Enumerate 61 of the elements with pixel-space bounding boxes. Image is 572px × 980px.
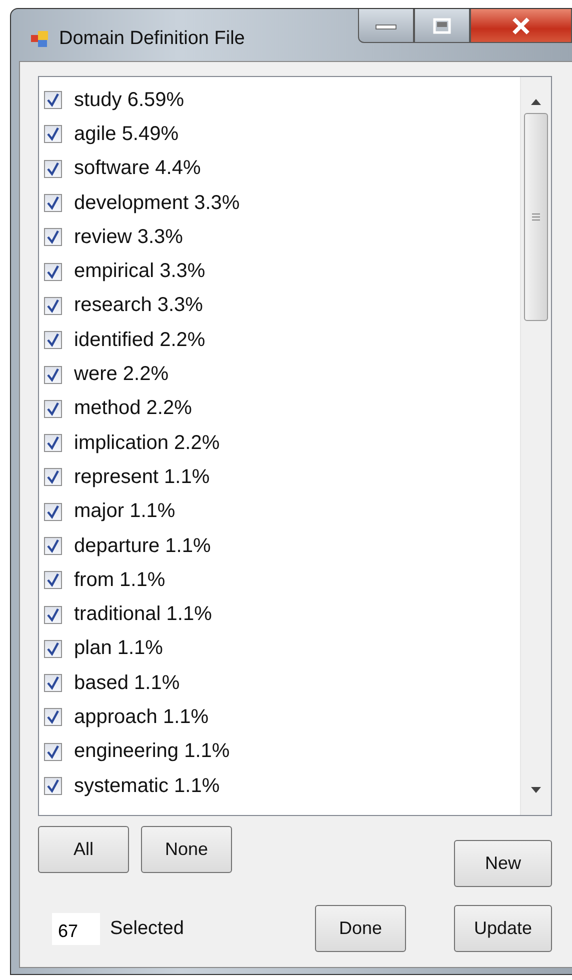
- window-title: Domain Definition File: [59, 28, 245, 50]
- checkbox[interactable]: [44, 606, 62, 624]
- checkbox[interactable]: [44, 194, 62, 212]
- scroll-down-icon[interactable]: [531, 787, 541, 793]
- list-item-label[interactable]: method 2.2%: [74, 397, 192, 420]
- scroll-thumb[interactable]: [524, 113, 548, 321]
- list-item-label[interactable]: review 3.3%: [74, 226, 183, 249]
- list-item-label[interactable]: traditional 1.1%: [74, 603, 212, 626]
- checkbox[interactable]: [44, 502, 62, 521]
- checkbox[interactable]: [44, 640, 62, 658]
- new-button[interactable]: New: [454, 840, 552, 887]
- list-item-label[interactable]: software 4.4%: [74, 157, 201, 180]
- scrollbar[interactable]: [520, 77, 551, 815]
- list-item-label[interactable]: based 1.1%: [74, 672, 180, 695]
- list-item-label[interactable]: empirical 3.3%: [74, 260, 206, 284]
- done-button[interactable]: Done: [315, 905, 406, 952]
- close-button[interactable]: [470, 9, 572, 43]
- list-item-label[interactable]: research 3.3%: [74, 294, 203, 318]
- list-item-label[interactable]: departure 1.1%: [74, 534, 211, 558]
- all-button[interactable]: All: [38, 826, 129, 873]
- list-item-label[interactable]: implication 2.2%: [74, 432, 220, 455]
- list-item-label[interactable]: represent 1.1%: [74, 466, 210, 489]
- count-field[interactable]: 67: [52, 912, 100, 944]
- selected-label: Selected: [110, 918, 184, 940]
- checkbox[interactable]: [44, 742, 62, 761]
- checkbox[interactable]: [44, 468, 62, 486]
- checkbox[interactable]: [44, 331, 62, 350]
- checkbox[interactable]: [44, 571, 62, 590]
- list-item-label[interactable]: study 6.59%: [74, 88, 184, 112]
- checkbox[interactable]: [44, 296, 62, 315]
- app-icon: [31, 29, 51, 49]
- checkbox[interactable]: [44, 366, 62, 384]
- maximize-icon: [433, 18, 451, 34]
- checkbox[interactable]: [44, 228, 62, 246]
- list-item-label[interactable]: from 1.1%: [74, 568, 166, 592]
- list-item-label[interactable]: were 2.2%: [74, 363, 168, 386]
- checkbox[interactable]: [44, 91, 62, 110]
- list-item-label[interactable]: approach 1.1%: [74, 706, 209, 729]
- checkbox[interactable]: [44, 708, 62, 726]
- minimize-icon: [375, 22, 397, 30]
- checkbox[interactable]: [44, 400, 62, 418]
- maximize-button[interactable]: [414, 9, 470, 43]
- list-item-label[interactable]: plan 1.1%: [74, 637, 163, 660]
- scroll-up-icon[interactable]: [531, 99, 541, 105]
- checkbox[interactable]: [44, 777, 62, 796]
- list-item-label[interactable]: major 1.1%: [74, 500, 176, 524]
- checkbox[interactable]: [44, 262, 62, 281]
- minimize-button[interactable]: [358, 9, 414, 43]
- close-icon: [511, 16, 531, 34]
- list-item-label[interactable]: engineering 1.1%: [74, 740, 230, 764]
- update-button[interactable]: Update: [454, 905, 552, 952]
- checkbox[interactable]: [44, 160, 62, 178]
- checkbox[interactable]: [44, 434, 62, 452]
- checkbox[interactable]: [44, 125, 62, 144]
- none-button[interactable]: None: [141, 826, 232, 873]
- checkbox[interactable]: [44, 537, 62, 555]
- list-item-label[interactable]: identified 2.2%: [74, 328, 206, 352]
- list-item-label[interactable]: systematic 1.1%: [74, 774, 220, 798]
- checkbox[interactable]: [44, 674, 62, 692]
- list-item-label[interactable]: development 3.3%: [74, 192, 240, 215]
- list-item-label[interactable]: agile 5.49%: [74, 122, 179, 146]
